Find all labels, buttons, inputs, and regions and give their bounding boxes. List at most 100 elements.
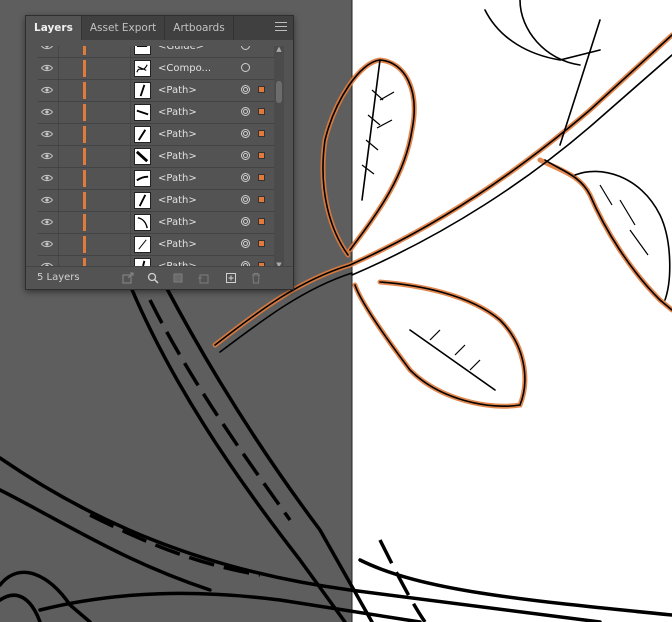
layer-row[interactable]: <Path>	[38, 80, 284, 102]
target-icon[interactable]	[241, 107, 250, 116]
layer-color-bar	[83, 104, 86, 121]
row-separator	[130, 58, 131, 79]
eye-icon[interactable]	[41, 152, 53, 160]
eye-icon[interactable]	[41, 64, 53, 72]
lock-column[interactable]	[58, 168, 59, 189]
sublayer-icon[interactable]	[197, 272, 209, 284]
layer-thumbnail	[134, 82, 151, 99]
layers-list[interactable]: <Guide> <Compo... <Path> <Path> <Path> <Path>…	[38, 46, 284, 268]
target-icon[interactable]	[241, 46, 250, 50]
layer-name[interactable]: <Path>	[158, 212, 197, 233]
eye-icon[interactable]	[41, 46, 53, 50]
panel-footer: 5 Layers	[26, 266, 293, 289]
lock-column[interactable]	[58, 212, 59, 233]
layer-thumbnail	[134, 104, 151, 121]
trash-icon[interactable]	[250, 272, 262, 284]
layer-color-bar	[83, 46, 86, 55]
layer-name[interactable]: <Path>	[158, 80, 197, 101]
scroll-thumb[interactable]	[276, 81, 282, 103]
lock-column[interactable]	[58, 190, 59, 211]
tab-layers[interactable]: Layers	[26, 16, 82, 40]
tab-asset-export[interactable]: Asset Export	[82, 16, 166, 40]
row-separator	[130, 102, 131, 123]
layer-name[interactable]: <Path>	[158, 190, 197, 211]
layer-row[interactable]: <Path>	[38, 234, 284, 256]
eye-icon[interactable]	[41, 86, 53, 94]
selection-indicator[interactable]	[258, 86, 265, 93]
layer-thumbnail	[134, 148, 151, 165]
layer-color-bar	[83, 148, 86, 165]
target-icon[interactable]	[241, 217, 250, 226]
eye-icon[interactable]	[41, 196, 53, 204]
selection-indicator[interactable]	[258, 174, 265, 181]
search-icon[interactable]	[147, 272, 159, 284]
lock-column[interactable]	[58, 58, 59, 79]
layer-color-bar	[83, 170, 86, 187]
row-separator	[130, 46, 131, 57]
lock-column[interactable]	[58, 234, 59, 255]
eye-icon[interactable]	[41, 174, 53, 182]
layer-thumbnail	[134, 236, 151, 253]
eye-icon[interactable]	[41, 130, 53, 138]
lock-column[interactable]	[58, 46, 59, 57]
selection-indicator[interactable]	[258, 130, 265, 137]
layer-name[interactable]: <Path>	[158, 102, 197, 123]
layer-name[interactable]: <Compo...	[158, 58, 211, 79]
row-separator	[130, 190, 131, 211]
layer-row[interactable]: <Path>	[38, 168, 284, 190]
layer-thumbnail	[134, 192, 151, 209]
layer-row[interactable]: <Compo...	[38, 58, 284, 80]
layer-row[interactable]: <Path>	[38, 102, 284, 124]
artboard	[352, 0, 672, 622]
eye-icon[interactable]	[41, 108, 53, 116]
layer-row[interactable]: <Path>	[38, 146, 284, 168]
layers-scrollbar[interactable]: ▲ ▼	[274, 46, 284, 269]
layer-row[interactable]: <Path>	[38, 212, 284, 234]
tab-artboards[interactable]: Artboards	[165, 16, 234, 40]
target-icon[interactable]	[241, 63, 250, 72]
hamburger-menu-icon[interactable]	[275, 22, 287, 33]
eye-icon[interactable]	[41, 240, 53, 248]
row-separator	[130, 168, 131, 189]
selection-indicator[interactable]	[258, 196, 265, 203]
layer-thumbnail	[134, 60, 151, 77]
layer-row[interactable]: <Path>	[38, 124, 284, 146]
layer-name[interactable]: <Guide>	[158, 46, 204, 57]
lock-column[interactable]	[58, 102, 59, 123]
target-icon[interactable]	[241, 195, 250, 204]
layer-color-bar	[83, 236, 86, 253]
clipping-mask-icon[interactable]	[172, 272, 184, 284]
row-separator	[130, 146, 131, 167]
eye-icon[interactable]	[41, 218, 53, 226]
selection-indicator[interactable]	[258, 218, 265, 225]
layer-row[interactable]: <Guide>	[38, 46, 284, 58]
selection-indicator[interactable]	[258, 108, 265, 115]
row-separator	[130, 124, 131, 145]
new-layer-icon[interactable]	[225, 272, 237, 284]
target-icon[interactable]	[241, 173, 250, 182]
layers-panel[interactable]: Layers Asset Export Artboards <Guide> <Co…	[25, 15, 294, 290]
layer-color-bar	[83, 214, 86, 231]
layer-row[interactable]: <Path>	[38, 190, 284, 212]
row-separator	[130, 212, 131, 233]
lock-column[interactable]	[58, 146, 59, 167]
lock-column[interactable]	[58, 124, 59, 145]
target-icon[interactable]	[241, 129, 250, 138]
layer-name[interactable]: <Path>	[158, 124, 197, 145]
layer-color-bar	[83, 126, 86, 143]
layer-name[interactable]: <Path>	[158, 168, 197, 189]
scroll-up-icon[interactable]: ▲	[275, 46, 283, 53]
target-icon[interactable]	[241, 151, 250, 160]
layer-thumbnail	[134, 170, 151, 187]
export-icon[interactable]	[122, 272, 134, 284]
selection-indicator[interactable]	[258, 240, 265, 247]
selection-indicator[interactable]	[258, 152, 265, 159]
target-icon[interactable]	[241, 239, 250, 248]
layer-color-bar	[83, 192, 86, 209]
layer-name[interactable]: <Path>	[158, 234, 197, 255]
layer-name[interactable]: <Path>	[158, 146, 197, 167]
layer-color-bar	[83, 60, 86, 77]
target-icon[interactable]	[241, 85, 250, 94]
lock-column[interactable]	[58, 80, 59, 101]
panel-tabs: Layers Asset Export Artboards	[26, 16, 293, 40]
